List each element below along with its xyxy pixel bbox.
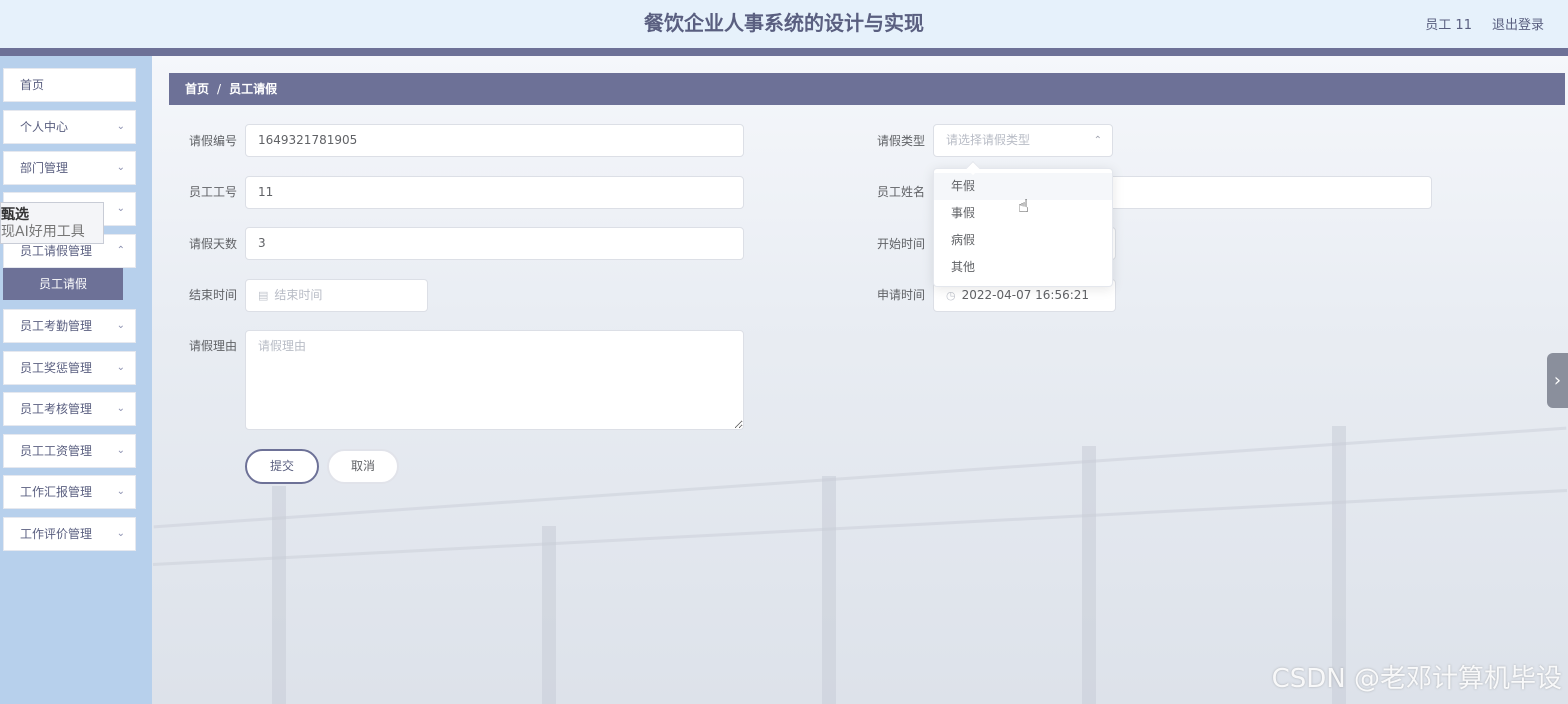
app-title: 餐饮企业人事系统的设计与实现 <box>644 11 924 35</box>
sidebar-item-label: 工作汇报管理 <box>20 485 93 499</box>
sidebar-item-assessment[interactable]: 员工考核管理 ⌄ <box>3 392 136 426</box>
ad-popup-text: 现AI好用工具 <box>1 224 85 240</box>
sidebar-item-work-evaluation[interactable]: 工作评价管理 ⌄ <box>3 517 136 551</box>
chevron-down-icon: ⌄ <box>116 203 125 214</box>
chevron-down-icon: ⌄ <box>116 528 125 539</box>
cancel-button[interactable]: 取消 <box>327 449 399 484</box>
leave-no-label: 请假编号 <box>189 134 238 148</box>
days-label: 请假天数 <box>189 237 238 251</box>
ad-popup-title: 甄选 <box>1 207 29 223</box>
breadcrumb: 首页 / 员工请假 <box>169 73 1565 105</box>
leave-no-input[interactable]: 1649321781905 <box>245 124 744 157</box>
background-post <box>822 476 836 704</box>
leave-type-label: 请假类型 <box>877 134 926 148</box>
option-other[interactable]: 其他 <box>934 254 1112 281</box>
chevron-up-icon: ⌃ <box>1093 135 1102 146</box>
days-input[interactable]: 3 <box>245 227 744 260</box>
sidebar-item-label: 工作评价管理 <box>20 527 93 541</box>
chevron-down-icon: ⌄ <box>116 403 125 414</box>
logout-link[interactable]: 退出登录 <box>1492 14 1544 33</box>
sidebar-item-home[interactable]: 首页 <box>3 68 136 102</box>
option-sick-leave[interactable]: 病假 <box>934 227 1112 254</box>
sidebar-item-label: 员工考核管理 <box>20 402 93 416</box>
chevron-right-icon[interactable]: › <box>1547 353 1568 408</box>
header-divider-bar <box>0 48 1568 56</box>
background-post <box>542 526 556 704</box>
background-wire <box>152 488 1568 567</box>
emp-no-label: 员工工号 <box>189 185 238 199</box>
chevron-down-icon: ⌄ <box>116 486 125 497</box>
sidebar-item-label: 员工请假管理 <box>20 244 93 258</box>
sidebar-item-label: 部门管理 <box>20 161 69 175</box>
emp-no-input[interactable]: 11 <box>245 176 744 209</box>
chevron-down-icon: ⌄ <box>116 445 125 456</box>
sidebar-item-salary[interactable]: 员工工资管理 ⌄ <box>3 434 136 468</box>
leave-type-select[interactable]: 请选择请假类型 ⌃ <box>933 124 1113 157</box>
breadcrumb-separator: / <box>217 82 222 96</box>
end-time-placeholder: 结束时间 <box>274 288 323 302</box>
chevron-down-icon: ⌄ <box>116 121 125 132</box>
emp-name-label: 员工姓名 <box>877 185 926 199</box>
apply-time-value: 2022-04-07 16:56:21 <box>961 288 1090 302</box>
sidebar-item-label: 首页 <box>20 78 45 92</box>
clock-icon: ◷ <box>946 289 956 302</box>
apply-time-label: 申请时间 <box>877 288 926 302</box>
watermark: CSDN @老邓计算机毕设 <box>1271 664 1562 694</box>
reason-textarea[interactable] <box>245 330 744 430</box>
sidebar-item-label: 员工考勤管理 <box>20 319 93 333</box>
ad-popup[interactable]: 甄选 现AI好用工具 <box>0 202 104 244</box>
breadcrumb-home[interactable]: 首页 <box>185 82 209 96</box>
sidebar-item-department[interactable]: 部门管理 ⌄ <box>3 151 136 185</box>
chevron-down-icon: ⌄ <box>116 162 125 173</box>
sidebar-item-label: 个人中心 <box>20 120 69 134</box>
chevron-down-icon: ⌄ <box>116 320 125 331</box>
sidebar-item-label: 员工工资管理 <box>20 444 93 458</box>
start-time-label: 开始时间 <box>877 237 926 251</box>
sidebar-item-rewards[interactable]: 员工奖惩管理 ⌄ <box>3 351 136 385</box>
end-time-picker[interactable]: ▤ 结束时间 <box>245 279 428 312</box>
leave-type-dropdown: 年假 事假 病假 其他 <box>933 160 1113 287</box>
submit-button[interactable]: 提交 <box>245 449 319 484</box>
leave-type-placeholder: 请选择请假类型 <box>946 133 1031 147</box>
sidebar-subitem-employee-leave[interactable]: 员工请假 <box>3 268 123 300</box>
sidebar-item-personal-center[interactable]: 个人中心 ⌄ <box>3 110 136 144</box>
sidebar-item-label: 员工奖惩管理 <box>20 361 93 375</box>
background-post <box>1082 446 1096 704</box>
current-user[interactable]: 员工 11 <box>1425 14 1472 33</box>
chevron-down-icon: ⌄ <box>116 362 125 373</box>
header-user-area: 员工 11 退出登录 <box>1425 0 1544 46</box>
sidebar-item-work-report[interactable]: 工作汇报管理 ⌄ <box>3 475 136 509</box>
reason-label: 请假理由 <box>189 339 238 353</box>
breadcrumb-current: 员工请假 <box>229 82 278 96</box>
end-time-label: 结束时间 <box>189 288 238 302</box>
sidebar-item-attendance[interactable]: 员工考勤管理 ⌄ <box>3 309 136 343</box>
hand-pointer-icon: ☝ <box>1018 196 1029 217</box>
calendar-icon: ▤ <box>258 289 269 302</box>
chevron-up-icon: ⌃ <box>116 245 125 256</box>
